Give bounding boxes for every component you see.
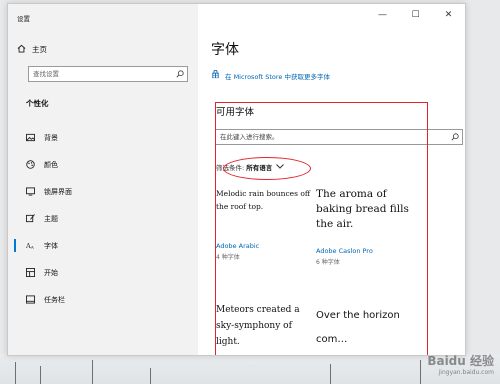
home-icon: [17, 44, 26, 55]
font-sample: Meteors created a sky-symphony of light.: [216, 305, 300, 347]
font-count: 4 种字体: [216, 254, 240, 261]
font-search-box[interactable]: [215, 129, 463, 145]
language-filter-dropdown[interactable]: 所有语言: [246, 162, 285, 172]
page-title: 字体: [211, 42, 239, 58]
settings-search-box[interactable]: [28, 66, 188, 82]
search-icon[interactable]: [448, 133, 462, 141]
filter-label: 筛选条件:: [216, 164, 245, 172]
font-sample: Melodic rain bounces off the roof top.: [216, 189, 311, 211]
lock-screen-icon: [26, 187, 35, 196]
sidebar-item-start[interactable]: 开始: [8, 259, 198, 286]
image-icon: [26, 133, 35, 142]
svg-text:A: A: [30, 244, 34, 249]
sidebar-item-label: 锁屏界面: [44, 187, 72, 196]
desktop-background: [0, 354, 500, 384]
font-count: 6 种字体: [316, 259, 340, 266]
settings-search-input[interactable]: [29, 70, 173, 78]
section-title: 个性化: [26, 99, 49, 108]
taskbar-icon: [26, 295, 35, 304]
sidebar-item-background[interactable]: 背景: [8, 124, 198, 151]
sidebar-item-label: 开始: [44, 268, 58, 277]
sidebar-item-colors[interactable]: 颜色: [8, 151, 198, 178]
font-name: Adobe Arabic: [216, 242, 260, 250]
sidebar-item-taskbar[interactable]: 任务栏: [8, 286, 198, 313]
font-card-adobe-caslon-pro[interactable]: The aroma of baking bread fills the air.…: [316, 187, 411, 266]
minimize-icon[interactable]: —: [366, 4, 399, 26]
close-icon[interactable]: ✕: [432, 4, 465, 26]
watermark-sub: jingyan.baidu.com: [438, 369, 494, 376]
start-icon: [26, 268, 35, 277]
font-sample: Over the horizon com…: [316, 310, 400, 345]
nav-list: 背景 颜色 锁屏界面 主题 A A 字体 开始 任务栏: [8, 124, 198, 313]
filter-value: 所有语言: [246, 164, 273, 172]
home-label: 主页: [32, 45, 47, 54]
sidebar-item-label: 字体: [44, 241, 58, 250]
chevron-down-icon: [276, 163, 285, 171]
palette-icon: [26, 160, 35, 169]
font-name: Adobe Caslon Pro: [316, 247, 373, 255]
sidebar-item-label: 任务栏: [44, 295, 65, 304]
font-sample: The aroma of baking bread fills the air.: [316, 188, 409, 230]
store-icon: [211, 69, 220, 81]
filter-row: 筛选条件: 所有语言: [216, 162, 285, 172]
watermark-main: Baidu 经验: [427, 354, 494, 368]
content-pane: — ☐ ✕ 字体 在 Microsoft Store 中获取更多字体 可用字体 …: [198, 4, 465, 355]
sidebar-item-lock-screen[interactable]: 锁屏界面: [8, 178, 198, 205]
sidebar-item-themes[interactable]: 主题: [8, 205, 198, 232]
sidebar-item-label: 主题: [44, 214, 58, 223]
brush-icon: [26, 214, 35, 223]
window-title: 设置: [17, 15, 30, 23]
window-controls: — ☐ ✕: [366, 4, 465, 26]
sidebar: 设置 主页 个性化 背景: [8, 4, 198, 355]
font-card-adobe-arabic[interactable]: Melodic rain bounces off the roof top. A…: [216, 187, 311, 261]
store-link-label: 在 Microsoft Store 中获取更多字体: [225, 72, 330, 81]
store-link[interactable]: 在 Microsoft Store 中获取更多字体: [211, 69, 330, 81]
font-card[interactable]: Meteors created a sky-symphony of light.: [216, 302, 311, 350]
home-link[interactable]: 主页: [17, 44, 47, 55]
available-fonts-title: 可用字体: [216, 107, 255, 118]
font-card[interactable]: Over the horizon com…: [316, 304, 411, 352]
settings-window: 设置 主页 个性化 背景: [7, 3, 466, 356]
font-search-input[interactable]: [216, 132, 448, 142]
search-icon[interactable]: [173, 70, 187, 78]
watermark: Baidu 经验 jingyan.baidu.com: [427, 352, 494, 376]
sidebar-item-label: 颜色: [44, 160, 58, 169]
sidebar-item-label: 背景: [44, 133, 58, 142]
sidebar-item-fonts[interactable]: AA 字体: [8, 232, 198, 259]
maximize-icon[interactable]: ☐: [399, 4, 432, 26]
font-icon: AA: [26, 241, 35, 250]
